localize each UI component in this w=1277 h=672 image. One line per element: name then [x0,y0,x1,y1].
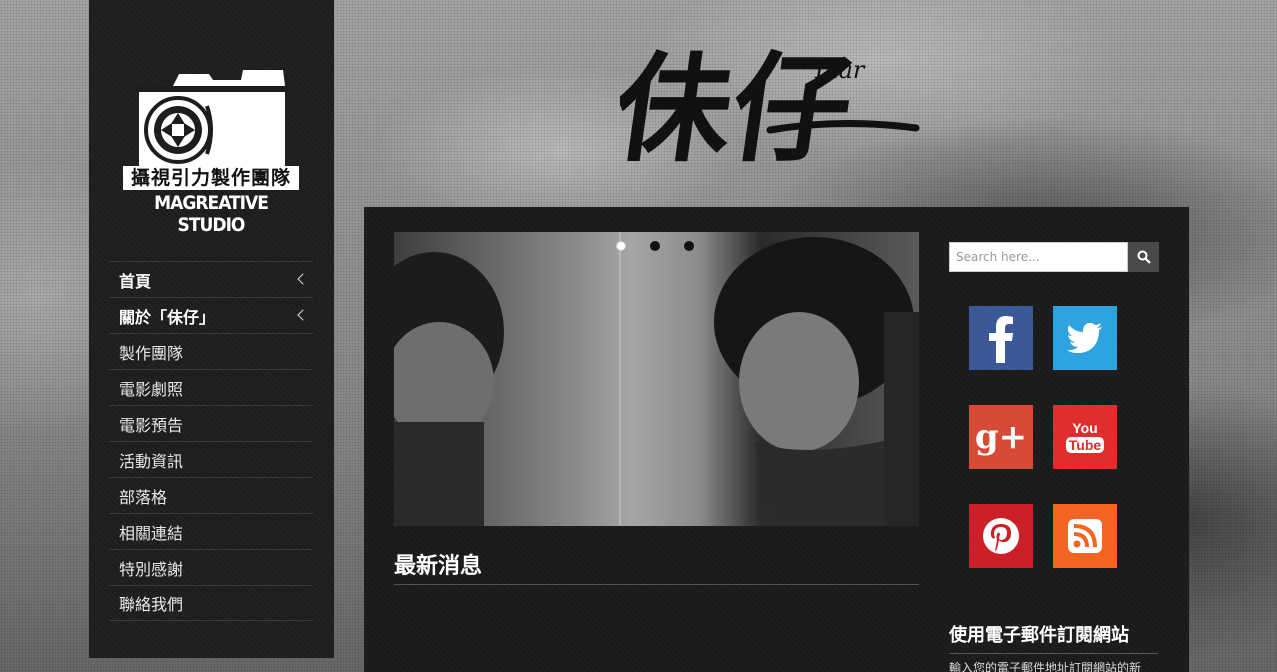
nav-item-label: 相關連結 [119,523,184,543]
nav-item-links[interactable]: 相關連結 [109,513,313,549]
nav-item-team[interactable]: 製作團隊 [109,333,313,369]
search-input[interactable] [949,242,1128,272]
studio-logo[interactable]: 攝視引力製作團隊 MAGREATIVE STUDIO [123,66,303,236]
title-english: Liar [814,56,866,84]
social-links: g+ You Tube [969,306,1117,568]
rss-icon [1068,519,1102,553]
nav-item-home[interactable]: 首頁 [109,261,313,297]
main-nav: 首頁 關於「佅仔」 製作團隊 電影劇照 電影預告 活動資訊 部落格 相關連結 特… [109,261,313,621]
logo-chinese-text: 攝視引力製作團隊 [123,166,299,190]
chevron-left-icon [297,309,309,321]
site-title[interactable]: 佅仔 Liar [605,0,930,200]
main-panel: 最新消息 g+ You Tube [364,207,1189,672]
slider-dot-2[interactable] [650,241,660,251]
search-button[interactable] [1128,242,1159,272]
subscribe-description: 輸入您的電子郵件地址訂閱網站的新 [949,661,1142,672]
nav-item-label: 部落格 [119,487,168,507]
google-plus-icon: g+ [974,417,1028,457]
youtube-icon: You Tube [1065,420,1105,453]
nav-item-label: 電影劇照 [119,379,184,399]
facebook-link[interactable] [969,306,1033,370]
sidebar: 攝視引力製作團隊 MAGREATIVE STUDIO 首頁 關於「佅仔」 製作團… [89,0,334,658]
logo-english-text: MAGREATIVE STUDIO [154,192,269,236]
nav-item-label: 特別感謝 [119,559,184,579]
youtube-icon-you: You [1072,420,1098,436]
news-heading: 最新消息 [394,548,919,585]
nav-item-label: 製作團隊 [119,343,184,363]
nav-item-thanks[interactable]: 特別感謝 [109,549,313,585]
youtube-link[interactable]: You Tube [1053,405,1117,469]
nav-item-stills[interactable]: 電影劇照 [109,369,313,405]
nav-item-label: 聯絡我們 [119,595,184,614]
nav-item-events[interactable]: 活動資訊 [109,441,313,477]
chevron-left-icon [297,273,309,285]
twitter-link[interactable] [1053,306,1117,370]
slide-photo [394,237,919,526]
nav-item-trailer[interactable]: 電影預告 [109,405,313,441]
youtube-icon-tube: Tube [1065,437,1105,453]
nav-item-label: 關於「佅仔」 [119,307,216,327]
subscribe-heading: 使用電子郵件訂閱網站 [949,621,1158,654]
google-plus-link[interactable]: g+ [969,405,1033,469]
slider-dot-1[interactable] [616,241,626,251]
pinterest-link[interactable] [969,504,1033,568]
image-slider[interactable] [394,232,919,526]
rss-link[interactable] [1053,504,1117,568]
nav-item-blog[interactable]: 部落格 [109,477,313,513]
slider-dot-3[interactable] [684,241,694,251]
search-form [949,242,1159,272]
nav-item-label: 活動資訊 [119,451,184,471]
nav-item-label: 電影預告 [119,415,184,435]
search-icon [1137,250,1151,264]
nav-item-about[interactable]: 關於「佅仔」 [109,297,313,333]
pinterest-icon [983,518,1019,554]
camera-logo-icon [139,70,285,166]
facebook-icon [989,316,1013,363]
slider-dots [616,241,694,251]
nav-item-contact[interactable]: 聯絡我們 [109,585,313,621]
nav-item-label: 首頁 [119,271,152,291]
twitter-icon [1067,323,1102,353]
